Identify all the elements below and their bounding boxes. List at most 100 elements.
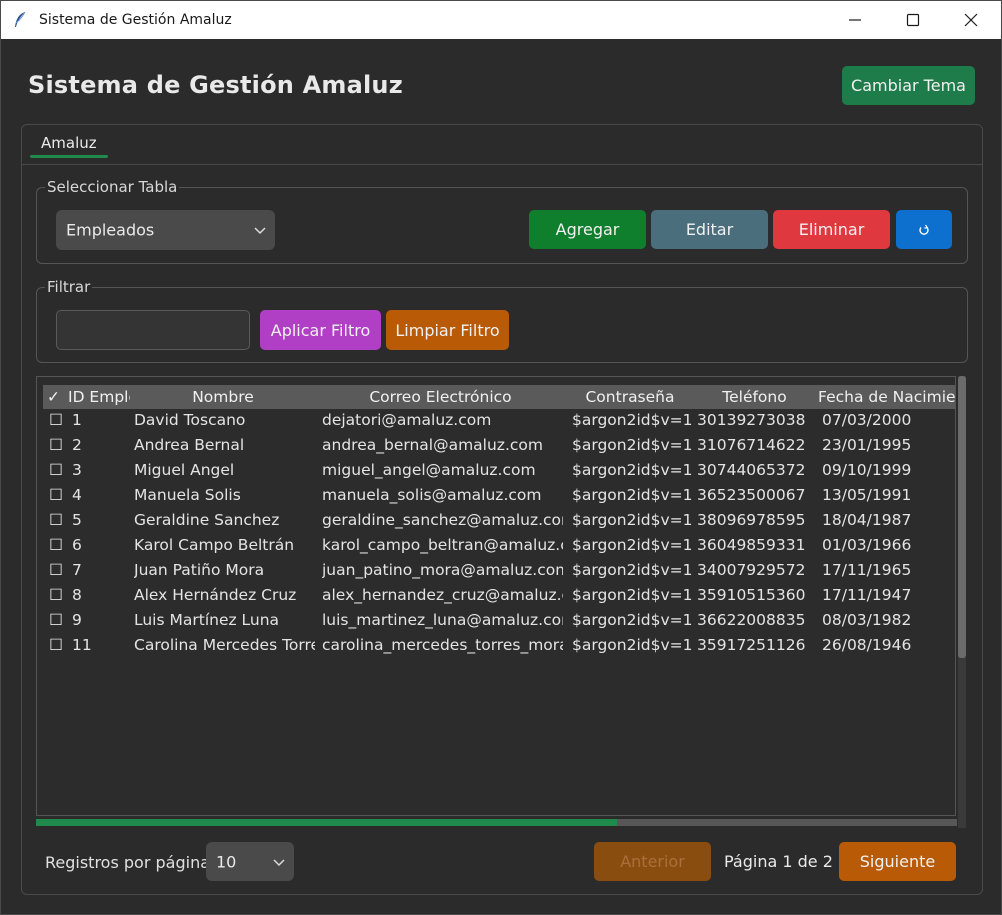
cell-id: 8 [72, 586, 82, 604]
cell-fecha: 17/11/1947 [822, 586, 912, 604]
cell-contrasena: $argon2id$v=19$m=65536,t=3,p=4$ [572, 636, 692, 654]
table-row[interactable]: ☐ 1 David Toscano dejatori@amaluz.com $argon… [43, 408, 955, 433]
chevron-down-icon [254, 227, 266, 235]
cell-fecha: 23/01/1995 [822, 436, 912, 454]
cell-fecha: 18/04/1987 [822, 511, 912, 529]
row-checkbox[interactable]: ☐ [49, 583, 67, 608]
cell-contrasena: $argon2id$v=19$m=65536,t=3,p=4$ [572, 536, 692, 554]
clear-filter-button[interactable]: Limpiar Filtro [386, 310, 509, 350]
cell-id: 4 [72, 486, 82, 504]
filter-input[interactable] [56, 310, 250, 350]
cell-nombre: Luis Martínez Luna [134, 611, 280, 629]
header-id[interactable]: ID Empleado [68, 385, 130, 409]
cell-id: 1 [72, 411, 82, 429]
table-row[interactable]: ☐ 11 Carolina Mercedes Torres carolina_merc… [43, 633, 955, 658]
edit-button[interactable]: Editar [651, 210, 768, 249]
cell-contrasena: $argon2id$v=19$m=65536,t=3,p=4$ [572, 561, 692, 579]
table-row[interactable]: ☐ 7 Juan Patiño Mora juan_patino_mora@amalu… [43, 558, 955, 583]
cell-correo: andrea_bernal@amaluz.com [322, 436, 543, 454]
row-checkbox[interactable]: ☐ [49, 533, 67, 558]
tab-active-indicator [30, 155, 108, 158]
window-title: Sistema de Gestión Amaluz [39, 12, 232, 28]
header-nombre[interactable]: Nombre [133, 385, 313, 409]
table-header: ✓ ID Empleado Nombre Correo Electrónico … [43, 385, 955, 409]
cell-contrasena: $argon2id$v=19$m=65536,t=3,p=4$ [572, 436, 692, 454]
cell-telefono: 36049859331 [697, 536, 806, 554]
cell-nombre: Karol Campo Beltrán [134, 536, 295, 554]
feather-icon [15, 11, 26, 27]
previous-page-button[interactable]: Anterior [594, 842, 711, 881]
vertical-scrollbar-thumb[interactable] [958, 376, 966, 658]
minimize-button[interactable] [826, 1, 884, 39]
cell-telefono: 30139273038 [697, 411, 806, 429]
header-correo[interactable]: Correo Electrónico [318, 385, 563, 409]
header-select-all[interactable]: ✓ [47, 385, 65, 409]
refresh-button[interactable] [896, 210, 952, 249]
table-select[interactable]: Empleados [56, 210, 275, 250]
add-button[interactable]: Agregar [529, 210, 646, 249]
cell-correo: miguel_angel@amaluz.com [322, 461, 536, 479]
header-fecha[interactable]: Fecha de Nacimiento [818, 385, 955, 409]
header-telefono[interactable]: Teléfono [693, 385, 816, 409]
cell-fecha: 26/08/1946 [822, 636, 912, 654]
records-per-page-label: Registros por página: [45, 853, 216, 872]
page-title: Sistema de Gestión Amaluz [28, 71, 403, 99]
row-checkbox[interactable]: ☐ [49, 433, 67, 458]
cell-fecha: 01/03/1966 [822, 536, 912, 554]
row-checkbox[interactable]: ☐ [49, 558, 67, 583]
cell-telefono: 30744065372 [697, 461, 806, 479]
cell-telefono: 31076714622 [697, 436, 806, 454]
cell-id: 2 [72, 436, 82, 454]
cell-id: 5 [72, 511, 82, 529]
title-bar: Sistema de Gestión Amaluz [1, 1, 1001, 39]
table-row[interactable]: ☐ 2 Andrea Bernal andrea_bernal@amaluz.com $… [43, 433, 955, 458]
tab-amaluz[interactable]: Amaluz [41, 134, 97, 152]
chevron-down-icon [273, 858, 285, 866]
cell-telefono: 38096978595 [697, 511, 806, 529]
cell-telefono: 34007929572 [697, 561, 806, 579]
table-row[interactable]: ☐ 3 Miguel Angel miguel_angel@amaluz.com $ar… [43, 458, 955, 483]
page-indicator: Página 1 de 2 [724, 852, 833, 871]
close-button[interactable] [942, 1, 1000, 39]
cell-correo: karol_campo_beltran@amaluz.com [322, 536, 563, 554]
maximize-icon [906, 13, 920, 27]
row-checkbox[interactable]: ☐ [49, 483, 67, 508]
header-contrasena[interactable]: Contraseña [568, 385, 692, 409]
cell-telefono: 35917251126 [697, 636, 806, 654]
table-row[interactable]: ☐ 5 Geraldine Sanchez geraldine_sanchez@ama… [43, 508, 955, 533]
cell-nombre: Carolina Mercedes Torres [134, 636, 315, 654]
row-checkbox[interactable]: ☐ [49, 408, 67, 433]
minimize-icon [849, 19, 861, 21]
tab-divider [22, 164, 982, 165]
delete-button[interactable]: Eliminar [773, 210, 890, 249]
row-checkbox[interactable]: ☐ [49, 458, 67, 483]
cell-fecha: 13/05/1991 [822, 486, 912, 504]
cell-correo: manuela_solis@amaluz.com [322, 486, 542, 504]
filter-legend: Filtrar [47, 278, 91, 296]
apply-filter-button[interactable]: Aplicar Filtro [260, 310, 381, 350]
cell-id: 7 [72, 561, 82, 579]
records-per-page-select[interactable]: 10 [206, 842, 294, 881]
row-checkbox[interactable]: ☐ [49, 508, 67, 533]
cell-fecha: 09/10/1999 [822, 461, 912, 479]
table-row[interactable]: ☐ 6 Karol Campo Beltrán karol_campo_beltran… [43, 533, 955, 558]
table-row[interactable]: ☐ 9 Luis Martínez Luna luis_martinez_luna@a… [43, 608, 955, 633]
cell-nombre: Alex Hernández Cruz [134, 586, 297, 604]
cell-contrasena: $argon2id$v=19$m=65536,t=3,p=4$ [572, 486, 692, 504]
cell-nombre: Manuela Solis [134, 486, 241, 504]
maximize-button[interactable] [884, 1, 942, 39]
cell-id: 9 [72, 611, 82, 629]
cell-correo: dejatori@amaluz.com [322, 411, 492, 429]
table-row[interactable]: ☐ 8 Alex Hernández Cruz alex_hernandez_cruz… [43, 583, 955, 608]
cell-contrasena: $argon2id$v=19$m=65536,t=3,p=4$ [572, 461, 692, 479]
cell-telefono: 36523500067 [697, 486, 806, 504]
horizontal-scrollbar-thumb[interactable] [36, 819, 617, 826]
cell-fecha: 07/03/2000 [822, 411, 912, 429]
next-page-button[interactable]: Siguiente [839, 842, 956, 881]
change-theme-button[interactable]: Cambiar Tema [842, 66, 975, 105]
row-checkbox[interactable]: ☐ [49, 633, 67, 658]
table-row[interactable]: ☐ 4 Manuela Solis manuela_solis@amaluz.com $… [43, 483, 955, 508]
row-checkbox[interactable]: ☐ [49, 608, 67, 633]
cell-correo: alex_hernandez_cruz@amaluz.com [322, 586, 563, 604]
select-table-legend: Seleccionar Tabla [47, 178, 178, 196]
